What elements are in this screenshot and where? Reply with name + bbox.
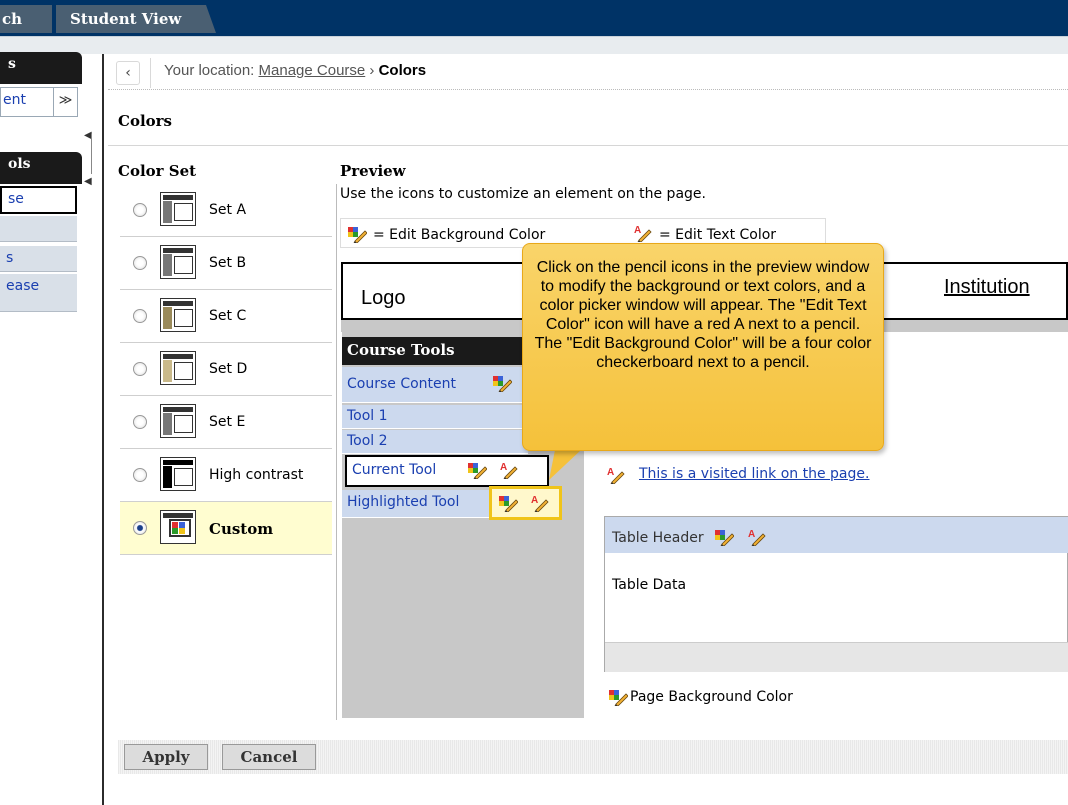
breadcrumb-separator: › [365, 62, 379, 79]
highlighted-icons-box [489, 486, 562, 520]
table-header-text: Table Header [612, 530, 704, 546]
color-set-heading: Color Set [118, 162, 197, 180]
table-header-label: Table Header [612, 524, 767, 547]
help-tooltip: Click on the pencil icons in the preview… [522, 243, 884, 451]
radio-set-d[interactable] [133, 362, 147, 376]
tab-student-view[interactable]: Student View [56, 5, 216, 33]
preview-logo: Logo [361, 287, 406, 309]
layout-thumbnail-icon [160, 404, 196, 438]
collapse-divider [91, 134, 92, 174]
edit-text-color-icon[interactable] [747, 528, 767, 547]
double-chevron-icon[interactable]: ≫ [53, 88, 77, 116]
preview-table-footer [605, 642, 1068, 672]
edit-background-color-icon[interactable] [492, 374, 512, 392]
color-set-list: Set A Set B Set C Set D Set E High contr… [120, 184, 332, 555]
sidebar-content-label[interactable]: ent [3, 92, 26, 108]
color-set-option[interactable]: Set E [120, 396, 332, 449]
edit-background-color-icon[interactable] [608, 688, 628, 706]
color-set-option[interactable]: Set C [120, 290, 332, 343]
edit-text-color-icon[interactable] [499, 461, 519, 479]
paint-palette-icon [169, 519, 191, 537]
breadcrumb-current: Colors [378, 62, 427, 79]
radio-custom[interactable] [133, 521, 147, 535]
sidebar-item-course[interactable]: se [0, 186, 77, 214]
tool-label: Current Tool [352, 462, 437, 478]
tool-label: Course Content [347, 376, 457, 392]
edit-background-color-icon[interactable] [714, 528, 735, 547]
sidebar-border [102, 54, 104, 805]
edit-background-color-icon[interactable] [498, 494, 518, 512]
tool-label: Highlighted Tool [347, 494, 460, 510]
radio-set-e[interactable] [133, 415, 147, 429]
color-set-label: High contrast [209, 467, 304, 483]
edit-text-color-icon [633, 224, 652, 242]
breadcrumb-prefix: Your location: [164, 62, 259, 79]
layout-thumbnail-icon [160, 298, 196, 332]
radio-high-contrast[interactable] [133, 468, 147, 482]
back-button[interactable]: ‹ [116, 61, 140, 85]
title-rule [108, 145, 1068, 146]
custom-palette-icon [160, 510, 196, 544]
cancel-button[interactable]: Cancel [222, 744, 316, 770]
layout-thumbnail-icon [160, 457, 196, 491]
color-set-option[interactable]: Set D [120, 343, 332, 396]
page-background-label: Page Background Color [630, 689, 793, 705]
color-set-option[interactable]: Set B [120, 237, 332, 290]
apply-button[interactable]: Apply [124, 744, 208, 770]
preview-tool-1: Tool 1 [342, 405, 528, 429]
top-strip [0, 36, 1068, 54]
legend-text-label: = Edit Text Color [659, 227, 777, 243]
legend-background-label: = Edit Background Color [373, 227, 546, 243]
sidebar-item-blank[interactable] [0, 216, 77, 242]
collapse-left-icon-2: ◀ [84, 176, 92, 187]
color-set-label: Set B [209, 255, 247, 271]
edit-text-color-icon[interactable] [530, 494, 550, 512]
layout-thumbnail-icon [160, 351, 196, 385]
sidebar-header-course: s [0, 52, 82, 84]
radio-set-c[interactable] [133, 309, 147, 323]
edit-background-color-icon [347, 226, 367, 243]
layout-thumbnail-icon [160, 192, 196, 226]
breadcrumb-rule [108, 89, 1068, 90]
preview-table-data: Table Data [612, 577, 687, 593]
sidebar-item-s[interactable]: s [0, 246, 77, 272]
layout-thumbnail-icon [160, 245, 196, 279]
preview-heading: Preview [340, 162, 406, 180]
preview-tool-current: Current Tool [345, 455, 549, 487]
sidebar-content-menu[interactable]: ent ≫ [0, 87, 78, 117]
preview-institution-link[interactable]: Institution [944, 276, 1030, 299]
radio-set-b[interactable] [133, 256, 147, 270]
color-set-label: Set E [209, 414, 246, 430]
sidebar-item-ease[interactable]: ease [0, 274, 77, 312]
radio-set-a[interactable] [133, 203, 147, 217]
breadcrumb-divider [150, 58, 151, 88]
preview-description: Use the icons to customize an element on… [340, 186, 706, 202]
color-set-label: Set A [209, 202, 247, 218]
preview-visited-link[interactable]: This is a visited link on the page. [639, 466, 869, 482]
color-set-label: Set C [209, 308, 247, 324]
sidebar-collapse-handle[interactable]: ◀ ◀ [84, 130, 98, 190]
color-set-option[interactable]: Set A [120, 184, 332, 237]
preview-tool-course-content: Course Content [342, 367, 528, 403]
color-set-label: Set D [209, 361, 248, 377]
sidebar-header-tools: ols [0, 152, 82, 184]
preview-course-tools-header: Course Tools [342, 337, 528, 365]
color-set-label: Custom [209, 520, 274, 538]
edit-text-color-icon[interactable] [606, 466, 626, 484]
tab-search[interactable]: ch [0, 5, 52, 33]
column-divider [336, 184, 337, 720]
color-set-option-selected[interactable]: Custom [120, 502, 332, 555]
breadcrumb-link-manage-course[interactable]: Manage Course [259, 62, 366, 79]
color-set-option[interactable]: High contrast [120, 449, 332, 502]
breadcrumb: Your location: Manage Course › Colors [164, 62, 426, 79]
edit-background-color-icon[interactable] [467, 461, 487, 479]
preview-tool-2: Tool 2 [342, 430, 528, 454]
page-title: Colors [118, 112, 172, 130]
